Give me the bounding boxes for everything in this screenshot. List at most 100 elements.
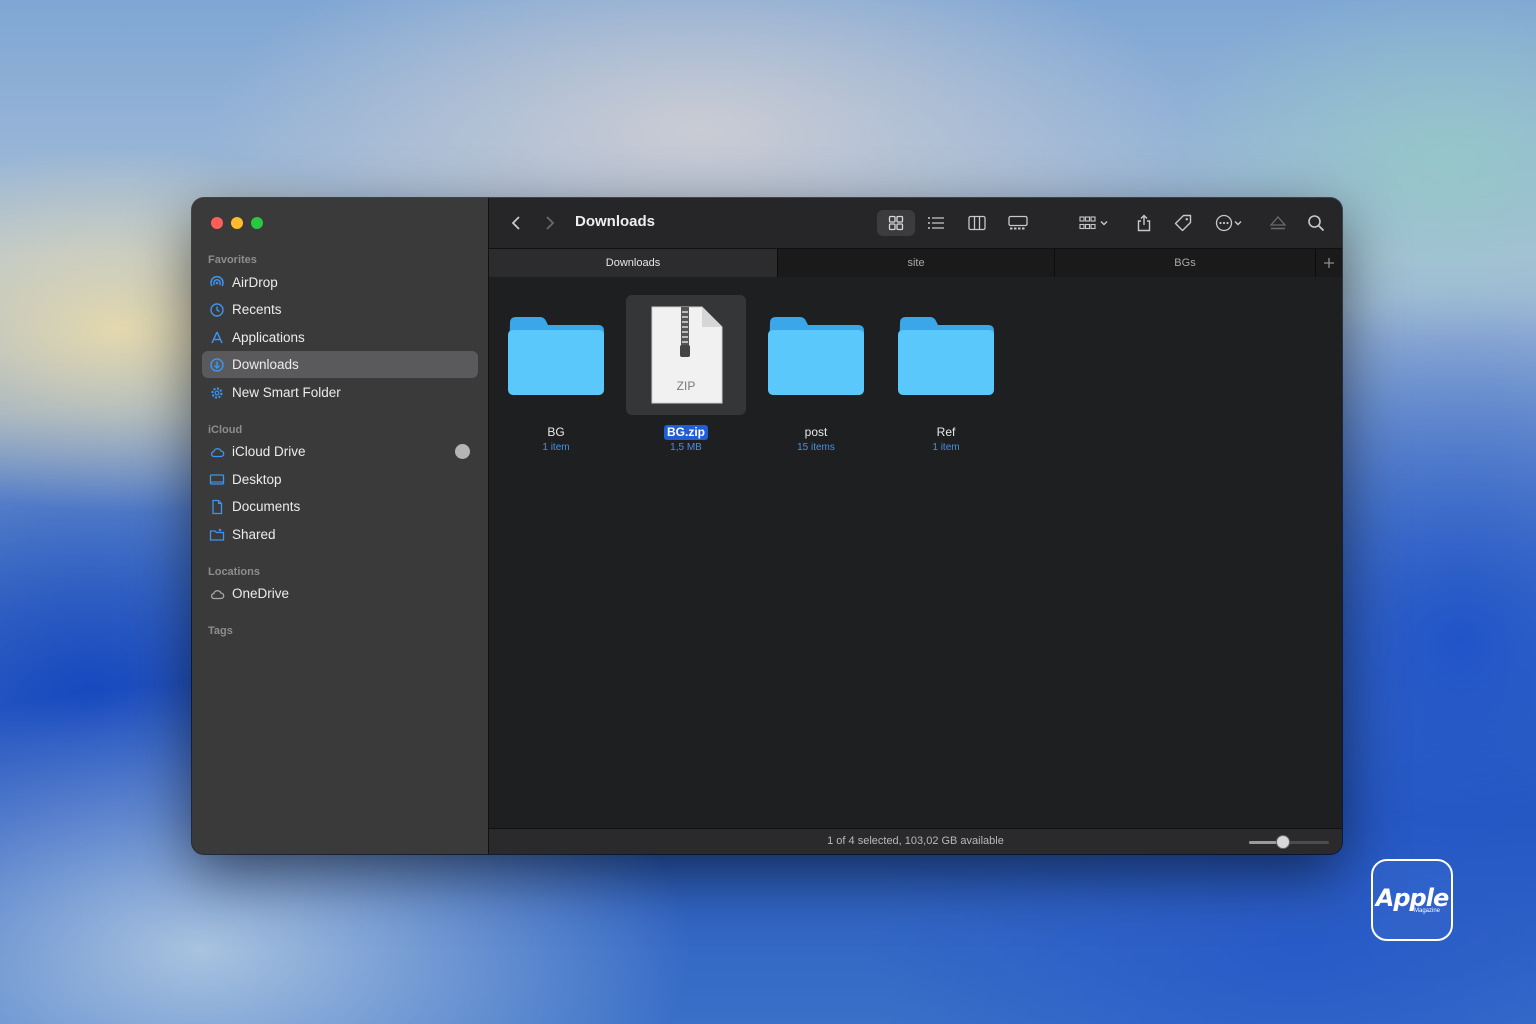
sidebar-item-label: iCloud Drive (232, 444, 306, 459)
share-icon (1137, 214, 1151, 232)
file-item-ref[interactable]: Ref 1 item (886, 295, 1006, 453)
document-icon (209, 499, 225, 515)
sidebar-item-label: Desktop (232, 472, 282, 487)
tab-bar: Downloads site BGs (489, 248, 1342, 278)
icon-view-button[interactable] (877, 210, 915, 236)
file-item-bg[interactable]: BG 1 item (496, 295, 616, 453)
sidebar-item-label: Shared (232, 527, 276, 542)
grid-icon (888, 215, 904, 231)
slider-knob[interactable] (1275, 835, 1290, 849)
file-grid: BG 1 item ZIP BG.zip 1,5 MB post 15 item… (489, 277, 1342, 828)
file-name: post (804, 425, 828, 439)
applications-icon (209, 330, 225, 346)
file-meta: 15 items (797, 442, 835, 453)
section-title-locations: Locations (208, 566, 260, 578)
sidebar-item-label: Documents (232, 499, 301, 514)
tab-downloads[interactable]: Downloads (489, 249, 778, 277)
download-icon (209, 357, 225, 373)
chevron-right-icon (546, 216, 555, 230)
column-view-button[interactable] (958, 210, 996, 236)
file-meta: 1 item (932, 442, 960, 453)
sidebar-item-documents[interactable]: Documents (202, 493, 478, 520)
sidebar-item-downloads[interactable]: Downloads (202, 351, 478, 378)
tab-site[interactable]: site (778, 249, 1055, 277)
status-bar: 1 of 4 selected, 103,02 GB available (489, 828, 1342, 854)
file-name[interactable]: BG.zip (664, 425, 708, 440)
ellipsis-circle-icon (1215, 214, 1233, 232)
file-name: BG (547, 425, 565, 439)
folder-icon (496, 295, 616, 415)
chevron-down-icon (1234, 221, 1242, 226)
file-item-post[interactable]: post 15 items (756, 295, 876, 453)
airdrop-icon (209, 275, 225, 291)
close-button[interactable] (211, 217, 223, 229)
sidebar-item-label: AirDrop (232, 275, 278, 290)
group-icon (1079, 216, 1096, 230)
section-title-tags[interactable]: Tags (208, 625, 233, 637)
sidebar: Favorites AirDrop Recents Applications D… (192, 198, 489, 854)
tag-icon (1174, 214, 1192, 232)
chevron-left-icon (511, 216, 520, 230)
gear-icon (209, 385, 225, 401)
gallery-view-button[interactable] (999, 210, 1037, 236)
toolbar: Downloads (489, 198, 1342, 248)
zoom-button[interactable] (251, 217, 263, 229)
eject-icon (1269, 216, 1287, 230)
sidebar-item-recents[interactable]: Recents (202, 296, 478, 323)
tag-button[interactable] (1168, 210, 1198, 236)
search-icon (1308, 215, 1325, 232)
folder-icon (886, 295, 1006, 415)
cloud-icon (209, 444, 225, 460)
back-button[interactable] (504, 211, 528, 235)
zip-file-icon (626, 295, 746, 415)
main-area: Downloads Downloads site BGs BG 1 item Z… (489, 198, 1342, 854)
sidebar-item-label: Downloads (232, 357, 299, 372)
logo-text: Apple (1375, 884, 1449, 912)
finder-window: Favorites AirDrop Recents Applications D… (192, 198, 1342, 854)
sidebar-item-onedrive[interactable]: OneDrive (202, 580, 478, 607)
forward-button[interactable] (538, 211, 562, 235)
new-tab-button[interactable] (1316, 249, 1342, 277)
chevron-down-icon (1100, 221, 1108, 226)
minimize-button[interactable] (231, 217, 243, 229)
status-text: 1 of 4 selected, 103,02 GB available (827, 835, 1004, 847)
zip-badge: ZIP (676, 379, 696, 393)
share-button[interactable] (1129, 210, 1159, 236)
sidebar-item-label: Applications (232, 330, 305, 345)
sidebar-item-desktop[interactable]: Desktop (202, 466, 478, 493)
gallery-icon (1008, 215, 1028, 230)
clock-icon (209, 302, 225, 318)
sidebar-item-shared[interactable]: Shared (202, 521, 478, 548)
logo-subtext: Magazine (1413, 908, 1440, 914)
sidebar-item-new-smart-folder[interactable]: New Smart Folder (202, 379, 478, 406)
plus-icon (1324, 258, 1334, 268)
cloud-icon (209, 586, 225, 602)
icon-size-slider[interactable] (1249, 835, 1329, 849)
sidebar-item-label: OneDrive (232, 586, 290, 601)
shared-folder-icon (209, 527, 225, 543)
tab-bgs[interactable]: BGs (1055, 249, 1316, 277)
group-by-button[interactable] (1072, 210, 1116, 236)
sidebar-item-label: Recents (232, 302, 282, 317)
search-button[interactable] (1301, 210, 1331, 236)
file-name: Ref (936, 425, 956, 439)
sidebar-item-airdrop[interactable]: AirDrop (202, 269, 478, 296)
desktop-icon (209, 472, 225, 488)
sidebar-item-label: New Smart Folder (232, 385, 341, 400)
section-title-favorites: Favorites (208, 254, 257, 266)
apple-magazine-logo: Apple Magazine (1371, 859, 1453, 941)
sidebar-item-icloud-drive[interactable]: iCloud Drive (202, 438, 478, 465)
sync-status-indicator (455, 444, 470, 459)
columns-icon (968, 215, 986, 231)
list-view-button[interactable] (917, 210, 955, 236)
file-item-bg-zip[interactable]: ZIP BG.zip 1,5 MB (626, 295, 746, 453)
eject-button[interactable] (1263, 210, 1293, 236)
list-icon (928, 217, 944, 229)
window-title: Downloads (575, 213, 656, 230)
section-title-icloud: iCloud (208, 424, 243, 436)
traffic-lights (211, 217, 263, 229)
folder-icon (756, 295, 876, 415)
more-actions-button[interactable] (1207, 210, 1251, 236)
file-meta: 1 item (542, 442, 570, 453)
sidebar-item-applications[interactable]: Applications (202, 324, 478, 351)
